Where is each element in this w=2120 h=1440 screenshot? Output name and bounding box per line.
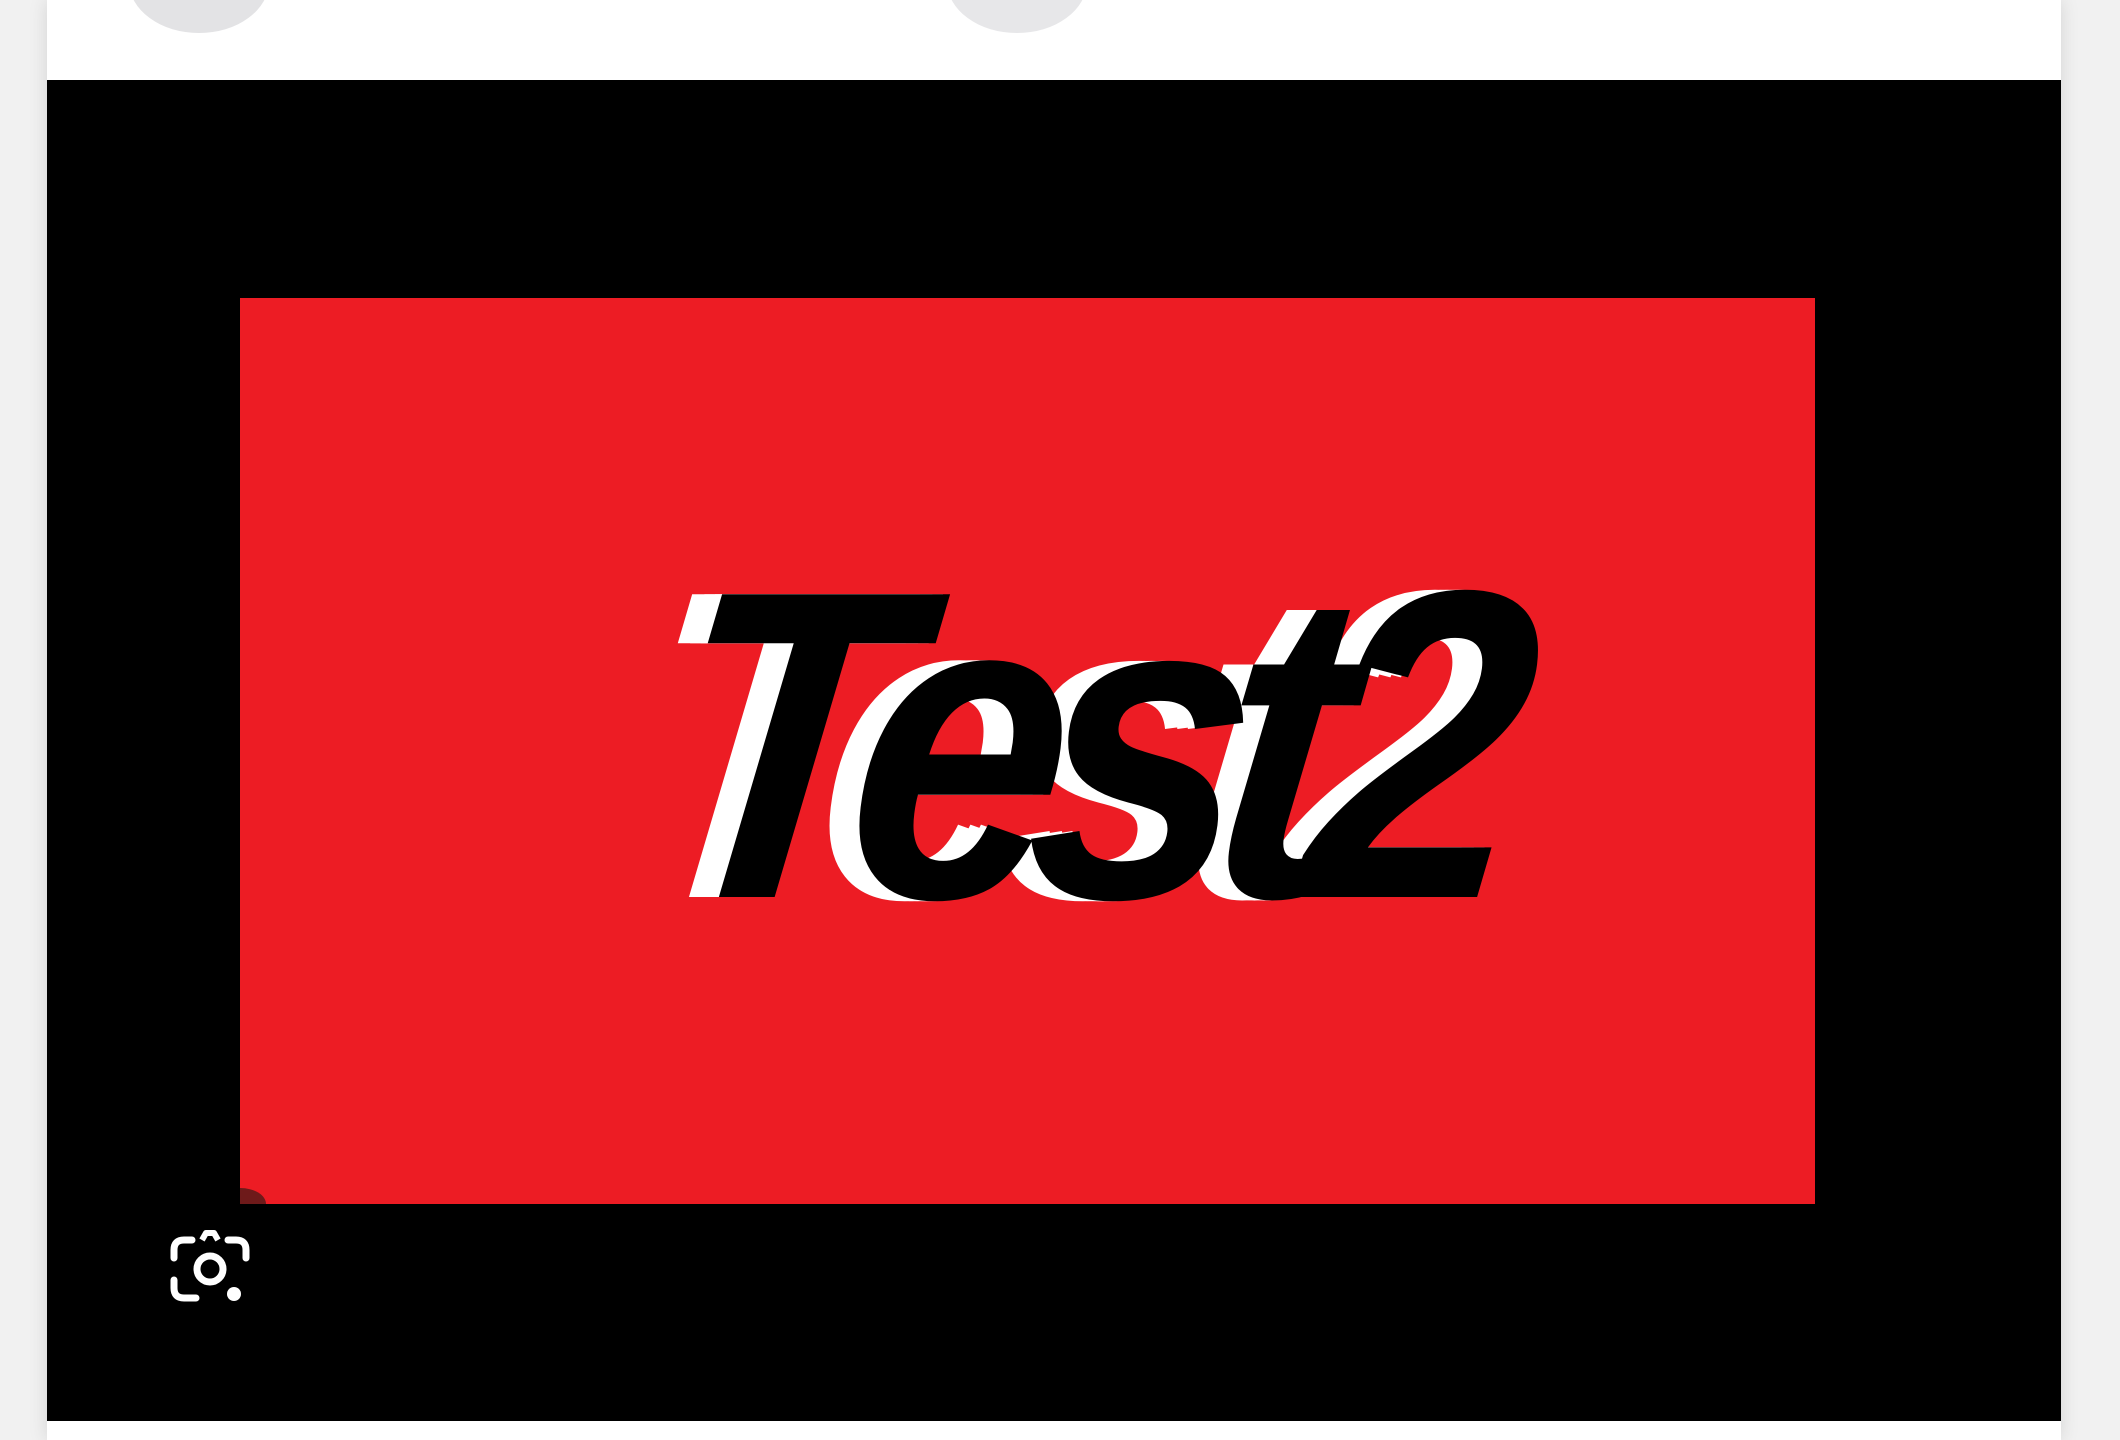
top-bar — [47, 0, 2061, 80]
circle-button[interactable] — [947, 0, 1087, 33]
image-viewer-card: Test2 — [47, 0, 2061, 1440]
logo-background: Test2 — [240, 298, 1815, 1204]
lens-search-button[interactable] — [162, 1222, 258, 1318]
logo-text-container: Test2 — [240, 298, 1815, 1204]
minimize-button[interactable] — [129, 0, 269, 33]
image-preview[interactable]: Test2 — [47, 80, 2061, 1421]
bottom-strip — [47, 1421, 2061, 1440]
logo-text: Test2 — [637, 500, 1528, 991]
lens-icon — [170, 1230, 250, 1302]
